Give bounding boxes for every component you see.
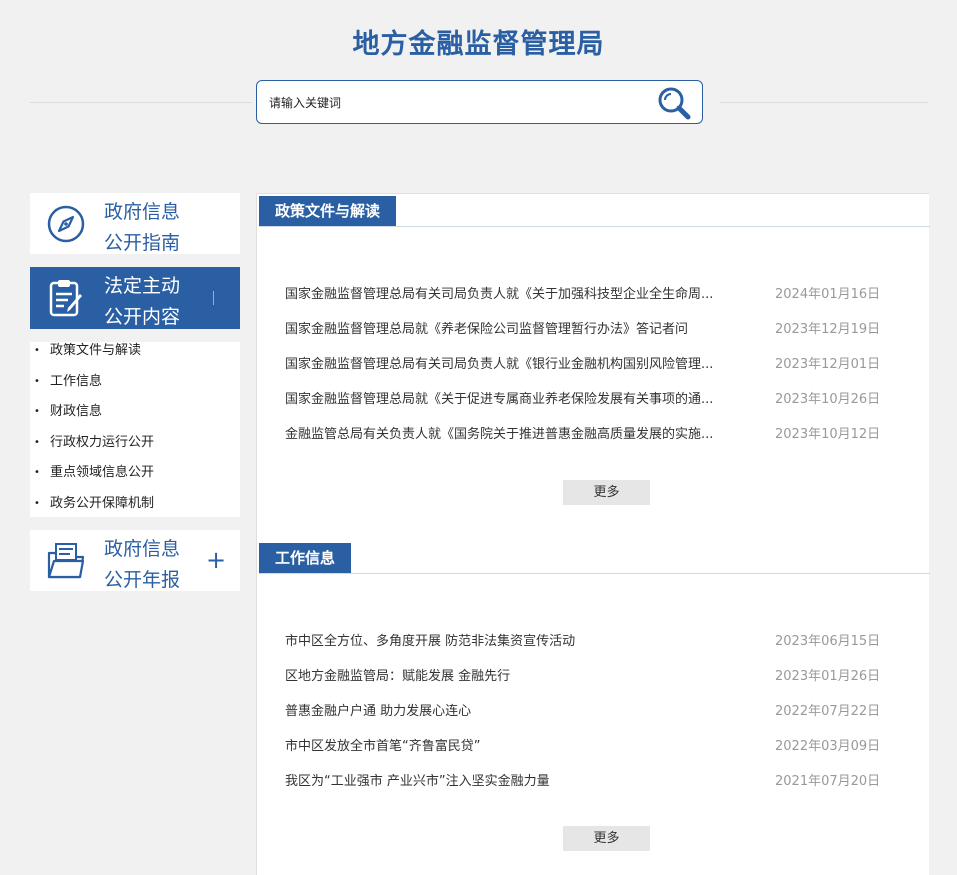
list-item-date: 2023年10月26日 bbox=[775, 392, 881, 407]
list-item-title[interactable]: 国家金融监督管理总局有关司局负责人就《银行业金融机构国别风险管理... bbox=[285, 355, 755, 375]
expand-plus-icon[interactable]: + bbox=[206, 545, 226, 575]
list-item[interactable]: 市中区全方位、多角度开展 防范非法集资宣传活动 2023年06月15日 bbox=[285, 632, 885, 652]
sidebar-sub-item[interactable]: 行政权力运行公开 bbox=[30, 434, 240, 465]
list-item[interactable]: 国家金融监督管理总局有关司局负责人就《银行业金融机构国别风险管理... 2023… bbox=[285, 355, 885, 375]
search-icon bbox=[658, 87, 691, 120]
list-item-title[interactable]: 普惠金融户户通 助力发展心连心 bbox=[285, 702, 755, 722]
list-item-date: 2023年12月19日 bbox=[775, 322, 881, 337]
sidebar-card-annual-line2: 公开年报 bbox=[104, 569, 181, 591]
collapse-indicator bbox=[213, 291, 214, 305]
list-item[interactable]: 市中区发放全市首笔“齐鲁富民贷” 2022年03月09日 bbox=[285, 737, 885, 757]
sidebar-card-guide-line1: 政府信息 bbox=[104, 201, 181, 223]
more-button-work[interactable]: 更多 bbox=[563, 826, 650, 851]
sidebar-sub-item[interactable]: 工作信息 bbox=[30, 373, 240, 404]
list-item[interactable]: 金融监管总局有关负责人就《国务院关于推进普惠金融高质量发展的实施... 2023… bbox=[285, 425, 885, 445]
section-tab-work[interactable]: 工作信息 bbox=[259, 543, 352, 573]
list-item[interactable]: 我区为“工业强市 产业兴市”注入坚实金融力量 2021年07月20日 bbox=[285, 772, 885, 792]
more-button-policy[interactable]: 更多 bbox=[563, 480, 650, 505]
sidebar-card-annual-line1: 政府信息 bbox=[104, 538, 181, 560]
search-box bbox=[256, 80, 703, 124]
sidebar-card-annual-label: 政府信息 公开年报 bbox=[104, 534, 214, 596]
search-button[interactable] bbox=[656, 85, 692, 121]
folder-document-icon bbox=[47, 543, 85, 579]
list-item-date: 2024年01月16日 bbox=[775, 287, 881, 302]
section-header-policy: 政策文件与解读 bbox=[259, 196, 930, 227]
list-item-date: 2023年12月01日 bbox=[775, 357, 881, 372]
list-item[interactable]: 区地方金融监管局：赋能发展 金融先行 2023年01月26日 bbox=[285, 667, 885, 687]
header-divider-left bbox=[30, 102, 252, 103]
clipboard-edit-icon bbox=[49, 280, 82, 317]
list-item-date: 2023年10月12日 bbox=[775, 427, 881, 442]
list-item-date: 2022年03月09日 bbox=[775, 739, 881, 754]
list-item[interactable]: 普惠金融户户通 助力发展心连心 2022年07月22日 bbox=[285, 702, 885, 722]
list-item-date: 2021年07月20日 bbox=[775, 774, 881, 789]
sidebar-card-content-label: 法定主动 公开内容 bbox=[104, 271, 214, 333]
list-item[interactable]: 国家金融监督管理总局有关司局负责人就《关于加强科技型企业全生命周... 2024… bbox=[285, 285, 885, 305]
site-title: 地方金融监督管理局 bbox=[352, 29, 605, 60]
sidebar-sub-item[interactable]: 重点领域信息公开 bbox=[30, 464, 240, 495]
list-item-title[interactable]: 区地方金融监管局：赋能发展 金融先行 bbox=[285, 667, 755, 687]
header-divider-right bbox=[720, 102, 928, 103]
list-item-title[interactable]: 国家金融监督管理总局就《关于促进专属商业养老保险发展有关事项的通... bbox=[285, 390, 755, 410]
sidebar-sub-item[interactable]: 政策文件与解读 bbox=[30, 342, 240, 373]
list-item-title[interactable]: 金融监管总局有关负责人就《国务院关于推进普惠金融高质量发展的实施... bbox=[285, 425, 755, 445]
list-item-date: 2023年01月26日 bbox=[775, 669, 881, 684]
sidebar-card-content-line1: 法定主动 bbox=[104, 275, 181, 297]
list-item-date: 2022年07月22日 bbox=[775, 704, 881, 719]
sidebar-card-guide-label: 政府信息 公开指南 bbox=[104, 197, 214, 259]
list-item-title[interactable]: 市中区发放全市首笔“齐鲁富民贷” bbox=[285, 737, 755, 757]
sidebar-card-content[interactable]: 法定主动 公开内容 bbox=[30, 267, 240, 329]
sidebar-sub-list: 政策文件与解读 工作信息 财政信息 行政权力运行公开 重点领域信息公开 政务公开… bbox=[30, 342, 240, 517]
list-item-title[interactable]: 国家金融监督管理总局就《养老保险公司监督管理暂行办法》答记者问 bbox=[285, 320, 755, 340]
list-item-date: 2023年06月15日 bbox=[775, 634, 881, 649]
list-item-title[interactable]: 国家金融监督管理总局有关司局负责人就《关于加强科技型企业全生命周... bbox=[285, 285, 755, 305]
list-item-title[interactable]: 市中区全方位、多角度开展 防范非法集资宣传活动 bbox=[285, 632, 755, 652]
compass-icon bbox=[47, 205, 85, 243]
list-item[interactable]: 国家金融监督管理总局就《养老保险公司监督管理暂行办法》答记者问 2023年12月… bbox=[285, 320, 885, 340]
sidebar-card-guide-line2: 公开指南 bbox=[104, 232, 181, 254]
sidebar-sub-item[interactable]: 财政信息 bbox=[30, 403, 240, 434]
sidebar-sub-item[interactable]: 政务公开保障机制 bbox=[30, 495, 240, 526]
list-item-title[interactable]: 我区为“工业强市 产业兴市”注入坚实金融力量 bbox=[285, 772, 755, 792]
main-content: 政策文件与解读 国家金融监督管理总局有关司局负责人就《关于加强科技型企业全生命周… bbox=[256, 193, 930, 875]
section-tab-policy[interactable]: 政策文件与解读 bbox=[259, 196, 397, 226]
section-header-work: 工作信息 bbox=[259, 543, 930, 574]
sidebar-card-annual[interactable]: 政府信息 公开年报 + bbox=[30, 530, 240, 591]
list-item[interactable]: 国家金融监督管理总局就《关于促进专属商业养老保险发展有关事项的通... 2023… bbox=[285, 390, 885, 410]
sidebar-card-guide[interactable]: 政府信息 公开指南 bbox=[30, 193, 240, 254]
search-input[interactable] bbox=[269, 93, 649, 113]
sidebar-card-content-line2: 公开内容 bbox=[104, 306, 181, 328]
